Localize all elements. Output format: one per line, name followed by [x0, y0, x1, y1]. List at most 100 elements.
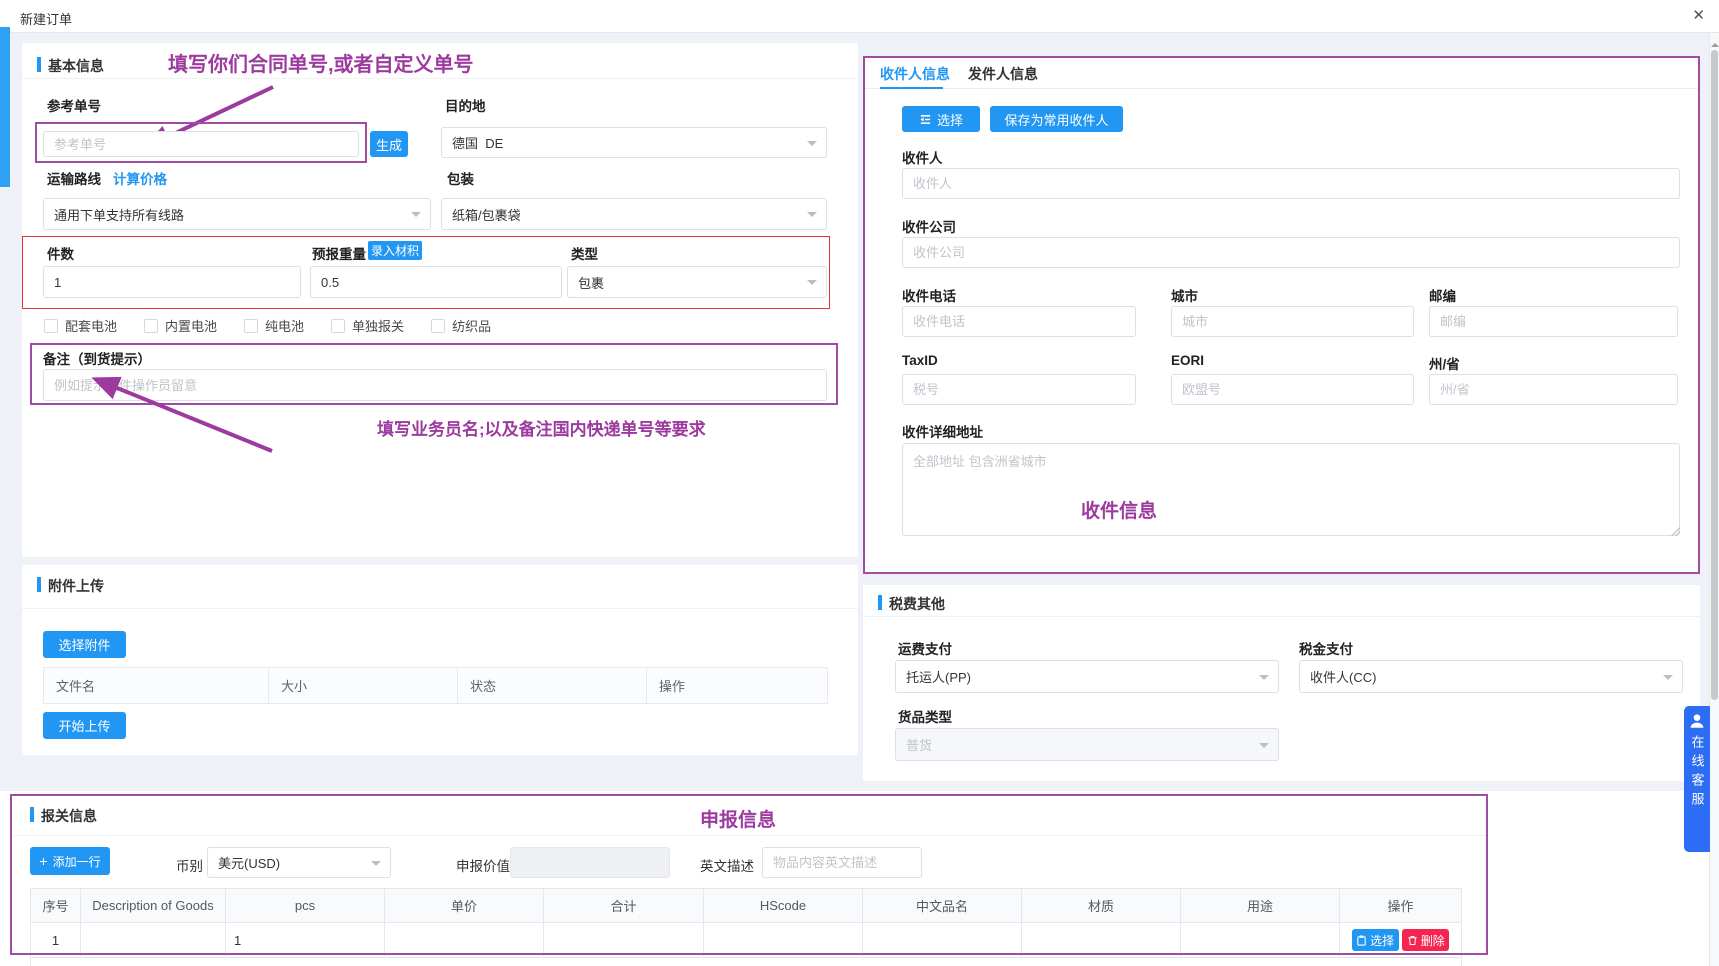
- customs-title: 报关信息: [41, 806, 97, 826]
- online-service-widget[interactable]: 在线客服: [1684, 706, 1710, 852]
- save-common-recipient-button[interactable]: 保存为常用收件人: [990, 106, 1123, 132]
- col-cn-name: 中文品名: [863, 889, 1022, 923]
- calc-price-link[interactable]: 计算价格: [113, 168, 167, 188]
- start-upload-button[interactable]: 开始上传: [43, 712, 126, 739]
- cell-total[interactable]: [544, 923, 704, 958]
- recipient-name-label: 收件人: [902, 147, 943, 167]
- close-icon[interactable]: ✕: [1692, 6, 1705, 24]
- col-operation: 操作: [1340, 889, 1462, 923]
- battery-options-row: 配套电池 内置电池 纯电池 单独报关 纺织品: [44, 316, 518, 335]
- scrollbar-thumb[interactable]: [1711, 50, 1718, 700]
- add-row-button[interactable]: + 添加一行: [30, 847, 110, 875]
- col-index: 序号: [31, 889, 81, 923]
- declare-value-input[interactable]: [510, 847, 670, 878]
- add-row-label: 添加一行: [53, 853, 101, 870]
- tab-recipient-info[interactable]: 收件人信息: [880, 64, 950, 84]
- currency-label: 币别: [176, 855, 203, 875]
- scrollbar-up-icon[interactable]: [1711, 39, 1719, 47]
- textarea-resize-handle[interactable]: [1670, 526, 1680, 536]
- col-status: 状态: [458, 668, 647, 704]
- remark-input[interactable]: [43, 369, 827, 401]
- currency-select[interactable]: 美元(USD): [207, 847, 391, 878]
- declaration-table: 序号 Description of Goods pcs 单价 合计 HScode…: [30, 888, 1462, 966]
- section-accent: [37, 577, 41, 592]
- cell-pcs[interactable]: 1: [226, 923, 385, 958]
- state-label: 州/省: [1429, 353, 1460, 373]
- row-select-button[interactable]: 选择: [1352, 929, 1399, 951]
- type-select[interactable]: 包裹: [567, 266, 827, 298]
- checkbox-with-battery[interactable]: 配套电池: [44, 316, 117, 335]
- checkbox-pure-battery[interactable]: 纯电池: [244, 316, 304, 335]
- recipient-name-input[interactable]: [902, 168, 1680, 199]
- choose-attachment-button[interactable]: 选择附件: [43, 631, 126, 658]
- english-desc-input[interactable]: [762, 847, 922, 878]
- freight-pay-select[interactable]: 托运人(PP): [895, 660, 1279, 693]
- cell-unit-price[interactable]: [385, 923, 544, 958]
- destination-value: 德国 DE: [452, 133, 503, 152]
- enter-volume-badge[interactable]: 录入材积: [368, 241, 422, 260]
- select-recipient-label: 选择: [937, 110, 963, 129]
- dialog-titlebar: 新建订单 ✕: [0, 0, 1719, 33]
- cell-description[interactable]: [81, 923, 226, 958]
- type-label: 类型: [571, 243, 598, 263]
- scrollbar-track[interactable]: [1709, 33, 1719, 966]
- col-material: 材质: [1022, 889, 1181, 923]
- recipient-company-label: 收件公司: [902, 216, 956, 236]
- tax-pay-select[interactable]: 收件人(CC): [1299, 660, 1683, 693]
- cell-material[interactable]: [1022, 923, 1181, 958]
- checkbox-icon: [331, 319, 345, 333]
- ref-number-input[interactable]: [43, 131, 359, 157]
- recipient-phone-label: 收件电话: [902, 285, 956, 305]
- cell-operation: 选择 删除: [1340, 923, 1462, 958]
- route-select[interactable]: 通用下单支持所有线路: [43, 198, 431, 230]
- select-recipient-button[interactable]: 选择: [902, 106, 980, 132]
- route-value: 通用下单支持所有线路: [54, 205, 184, 224]
- weight-input[interactable]: [310, 266, 562, 298]
- zip-input[interactable]: [1429, 306, 1678, 337]
- divider: [22, 608, 858, 609]
- city-input[interactable]: [1171, 306, 1414, 337]
- pieces-input[interactable]: [43, 266, 301, 298]
- col-filename: 文件名: [44, 668, 269, 704]
- english-desc-label: 英文描述: [700, 855, 754, 875]
- cell-usage[interactable]: [1181, 923, 1340, 958]
- ref-number-label: 参考单号: [47, 95, 101, 115]
- package-select[interactable]: 纸箱/包裹袋: [441, 198, 827, 230]
- state-input[interactable]: [1429, 374, 1678, 405]
- recipient-address-label: 收件详细地址: [902, 421, 983, 441]
- city-label: 城市: [1171, 285, 1198, 305]
- col-hscode: HScode: [704, 889, 863, 923]
- online-service-label: 在线客服: [1688, 735, 1707, 811]
- generate-button[interactable]: 生成: [370, 131, 408, 157]
- cell-hscode[interactable]: [704, 923, 863, 958]
- tax-title: 税费其他: [889, 594, 945, 614]
- tax-pay-value: 收件人(CC): [1310, 667, 1376, 686]
- row-delete-button[interactable]: 删除: [1402, 929, 1449, 951]
- divider: [22, 78, 858, 79]
- checkbox-separate-customs[interactable]: 单独报关: [331, 316, 404, 335]
- tax-pay-label: 税金支付: [1299, 638, 1353, 658]
- destination-select[interactable]: 德国 DE: [441, 127, 827, 158]
- goods-type-select[interactable]: 普货: [895, 728, 1279, 761]
- section-accent: [37, 57, 41, 72]
- taxid-input[interactable]: [902, 374, 1136, 405]
- checkbox-builtin-battery[interactable]: 内置电池: [144, 316, 217, 335]
- route-label: 运输路线: [47, 168, 101, 188]
- cell-cn-name[interactable]: [863, 923, 1022, 958]
- remark-label: 备注（到货提示）: [43, 348, 151, 368]
- eori-input[interactable]: [1171, 374, 1414, 405]
- tab-sender-info[interactable]: 发件人信息: [968, 64, 1038, 84]
- cell-index: 1: [31, 923, 81, 958]
- checkbox-label: 配套电池: [65, 316, 117, 335]
- recipient-card: 收件人信息 发件人信息 选择 保存为常用收件人 收件人 收件公司 收件电话 城市…: [863, 56, 1700, 574]
- recipient-phone-input[interactable]: [902, 306, 1136, 337]
- active-tab-underline: [880, 87, 943, 89]
- taxid-label: TaxID: [902, 353, 938, 368]
- tax-card: 税费其他 运费支付 税金支付 托运人(PP) 收件人(CC) 货品类型 普货: [863, 585, 1700, 781]
- weight-label: 预报重量: [312, 243, 366, 263]
- recipient-company-input[interactable]: [902, 237, 1680, 268]
- goods-type-label: 货品类型: [898, 706, 952, 726]
- checkbox-textile[interactable]: 纺织品: [431, 316, 491, 335]
- recipient-address-textarea[interactable]: [902, 443, 1680, 536]
- tabs-divider: [865, 88, 1698, 89]
